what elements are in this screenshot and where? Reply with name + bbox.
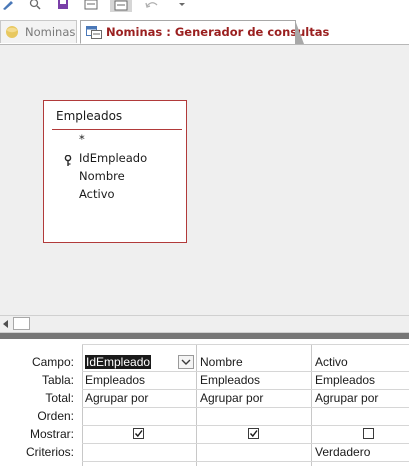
scroll-left-icon[interactable] (0, 316, 12, 331)
row-label-orden: Orden: (37, 409, 74, 423)
field-list-title[interactable]: Empleados (56, 109, 122, 123)
tabla-cell-3[interactable]: Empleados (315, 373, 375, 387)
checkmark-icon (134, 430, 143, 438)
grid-row-line (82, 407, 409, 408)
print-preview-icon[interactable] (29, 0, 41, 10)
tab-nominas[interactable]: Nominas (0, 20, 77, 43)
design-view-icon[interactable] (110, 0, 132, 12)
campo-dropdown-button[interactable] (178, 355, 194, 369)
checkmark-icon (249, 430, 258, 438)
grid-row-line (82, 425, 409, 426)
row-label-total: Total: (45, 391, 74, 405)
grid-column-divider[interactable] (196, 344, 197, 466)
field-activo[interactable]: Activo (79, 187, 115, 201)
campo-cell-3[interactable]: Activo (315, 355, 348, 369)
mostrar-checkbox-2[interactable] (248, 428, 259, 439)
field-all[interactable]: * (79, 132, 85, 146)
campo-cell-1[interactable]: IdEmpleado (85, 355, 152, 369)
document-tabbar: Nominas Nominas : Generador de consultas (0, 14, 409, 45)
field-list-divider (52, 129, 182, 130)
grid-row-line (82, 443, 409, 444)
form-view-icon[interactable] (84, 0, 98, 10)
grid-row-line (82, 344, 409, 345)
total-cell-2[interactable]: Agrupar por (200, 391, 263, 405)
tabla-cell-2[interactable]: Empleados (200, 373, 260, 387)
scroll-thumb[interactable] (13, 317, 30, 330)
grid-column-divider (82, 344, 83, 466)
tab-query-designer[interactable]: Nominas : Generador de consultas (80, 20, 329, 44)
row-label-mostrar: Mostrar: (29, 427, 74, 441)
save-icon[interactable] (57, 0, 69, 10)
field-nombre[interactable]: Nombre (79, 169, 125, 183)
mostrar-checkbox-1[interactable] (133, 428, 144, 439)
field-list-empleados[interactable]: Empleados * IdEmpleado Nombre Activo (43, 100, 187, 243)
query-design-icon (86, 25, 102, 39)
horizontal-scrollbar[interactable] (0, 315, 409, 333)
grid-row-line (82, 371, 409, 372)
chevron-down-icon (181, 359, 191, 365)
grid-row-line (82, 389, 409, 390)
tab-label: Nominas : Generador de consultas (106, 25, 330, 39)
tabla-cell-1[interactable]: Empleados (85, 373, 145, 387)
customize-toolbar-icon[interactable] (178, 0, 186, 10)
primary-key-icon (64, 152, 72, 171)
row-label-tabla: Tabla: (41, 373, 74, 387)
campo-cell-2[interactable]: Nombre (200, 355, 243, 369)
total-cell-1[interactable]: Agrupar por (85, 391, 148, 405)
quick-access-toolbar (0, 0, 409, 14)
total-cell-3[interactable]: Agrupar por (315, 391, 378, 405)
grid-column-divider[interactable] (311, 344, 312, 466)
mostrar-checkbox-3[interactable] (363, 428, 374, 439)
tab-label: Nominas (25, 25, 76, 39)
query-design-pane[interactable]: Empleados * IdEmpleado Nombre Activo (0, 45, 409, 315)
row-label-criterios: Criterios: (25, 445, 74, 459)
criterios-cell-3[interactable]: Verdadero (315, 445, 370, 459)
row-label-campo: Campo: (31, 355, 74, 369)
field-idempleado[interactable]: IdEmpleado (79, 151, 147, 165)
access-db-icon (5, 25, 19, 39)
grid-row-line (82, 461, 409, 462)
undo-icon[interactable] (144, 0, 160, 10)
edit-icon[interactable] (2, 0, 14, 10)
